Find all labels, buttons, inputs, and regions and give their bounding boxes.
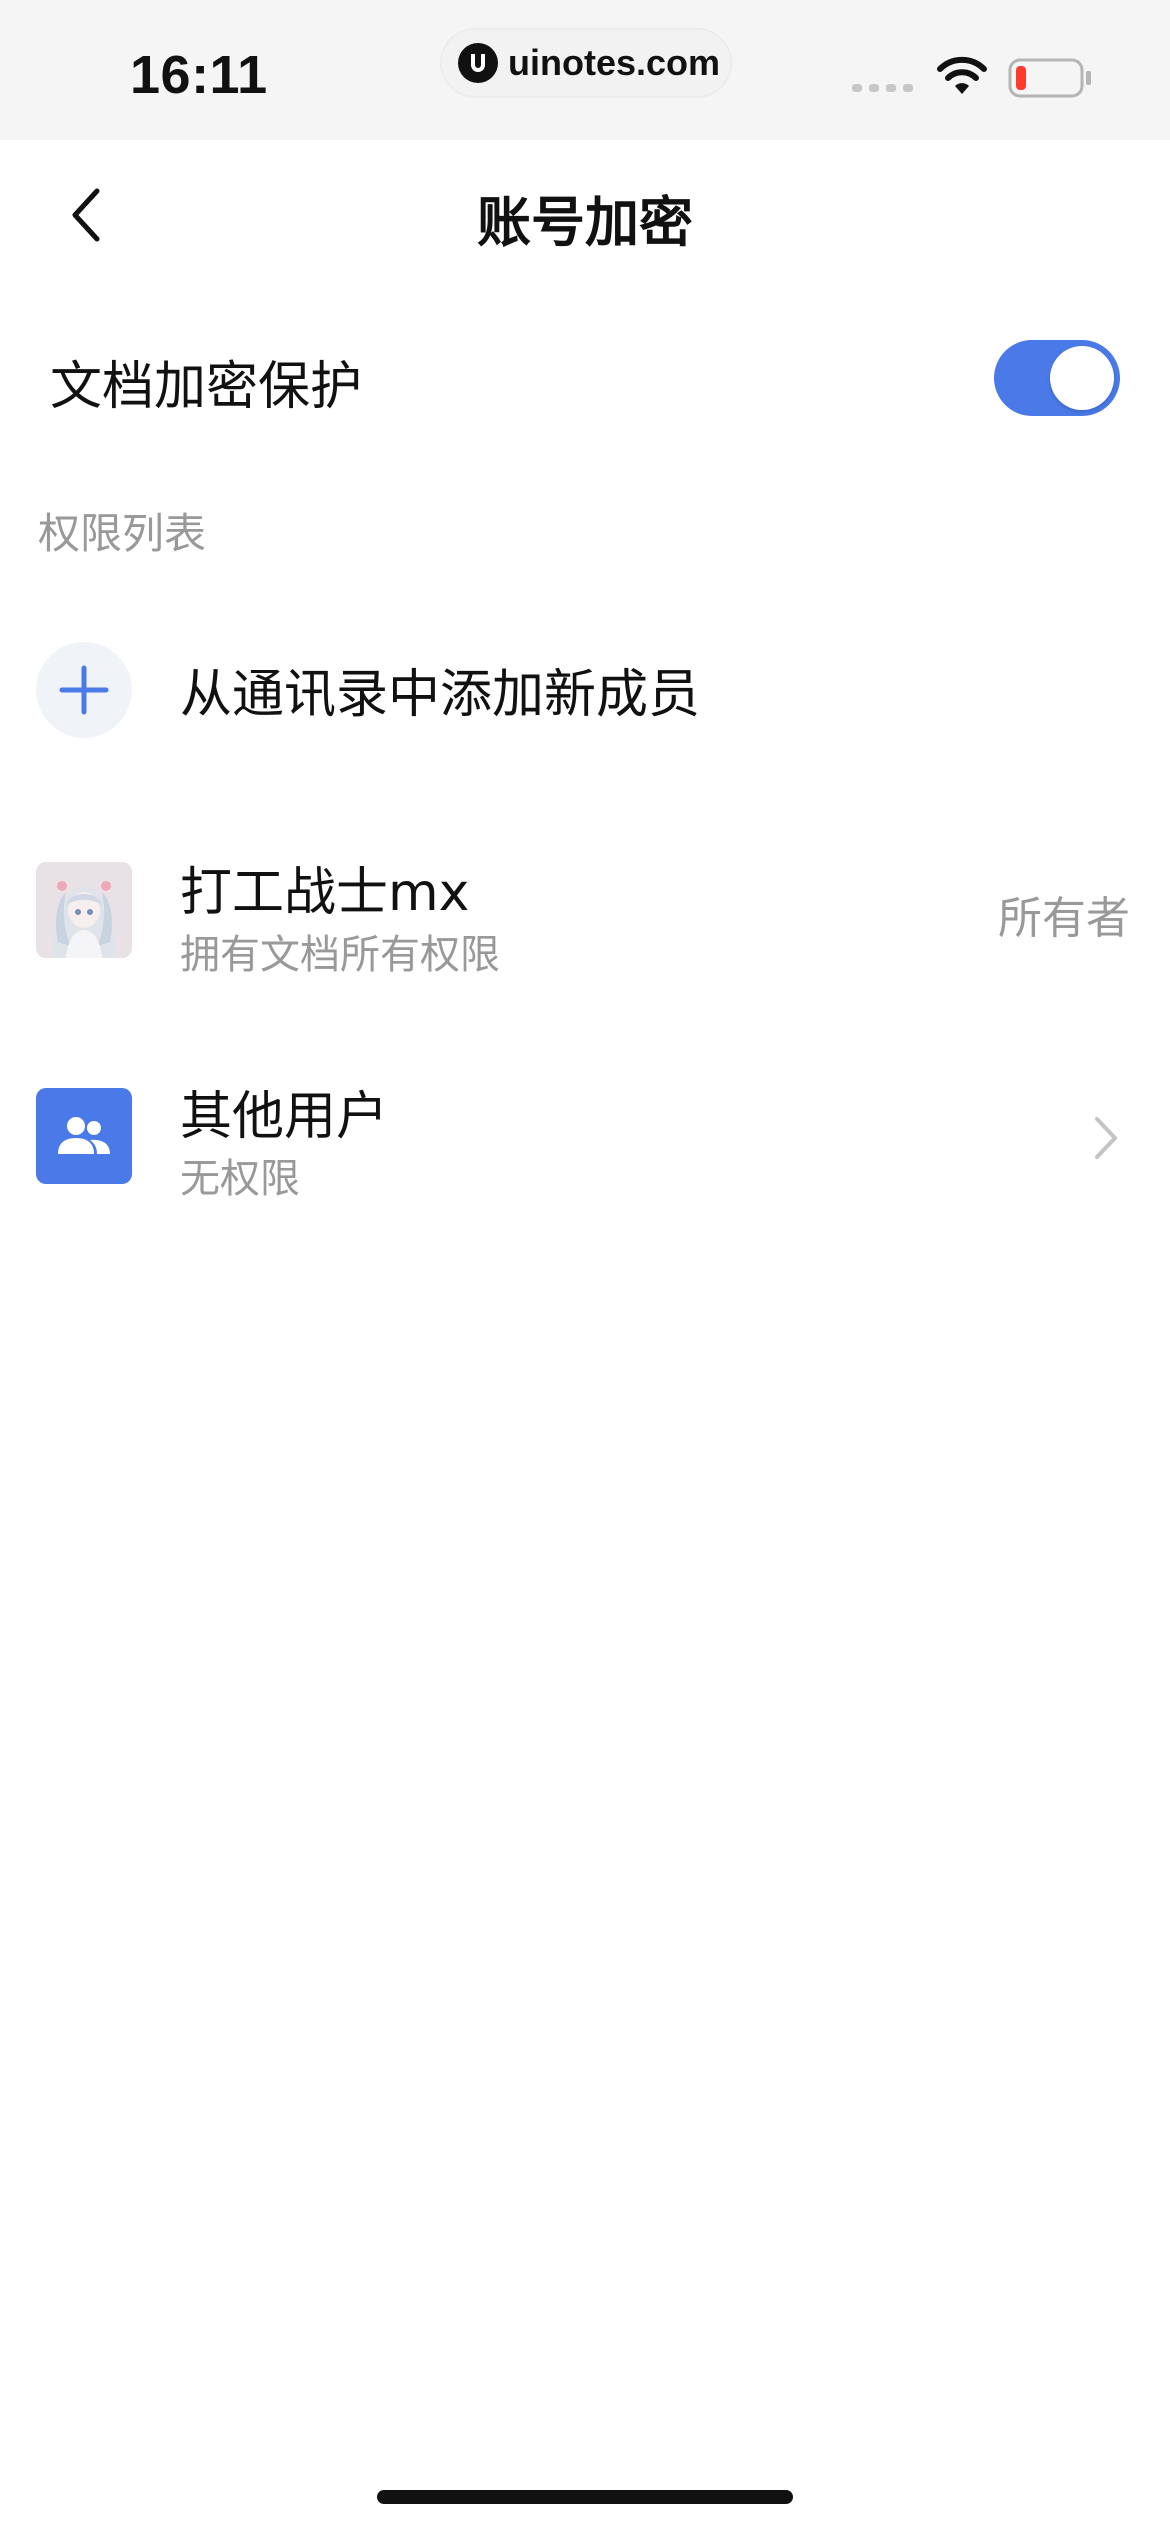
member-row-owner: 打工战士mx 拥有文档所有权限 所有者 — [0, 840, 1170, 990]
status-bar: 16:11 uinotes.com — [0, 0, 1170, 140]
cellular-signal-icon — [852, 80, 916, 96]
add-member-row[interactable]: 从通讯录中添加新成员 — [0, 620, 1170, 760]
site-logo-icon — [458, 43, 498, 83]
url-pill[interactable]: uinotes.com — [440, 28, 732, 98]
encryption-toggle-label: 文档加密保护 — [50, 357, 363, 417]
chevron-right-icon — [1092, 1114, 1120, 1166]
toggle-knob — [1050, 346, 1114, 410]
home-indicator — [377, 2490, 793, 2504]
navigation-bar: 账号加密 — [0, 140, 1170, 290]
member-row-other-users[interactable]: 其他用户 无权限 — [0, 1064, 1170, 1214]
add-member-label: 从通讯录中添加新成员 — [180, 665, 701, 725]
avatar — [36, 862, 132, 958]
owner-role-label: 所有者 — [998, 893, 1130, 944]
battery-icon — [1008, 56, 1094, 104]
url-text: uinotes.com — [508, 42, 721, 83]
encryption-toggle-switch[interactable] — [994, 340, 1120, 416]
status-time: 16:11 — [130, 45, 268, 105]
member-name: 打工战士mx — [180, 863, 470, 923]
member-permission: 无权限 — [180, 1156, 300, 1202]
wifi-icon — [936, 56, 988, 100]
plus-icon — [36, 642, 132, 738]
permission-list-header: 权限列表 — [38, 509, 207, 558]
screen: 16:11 uinotes.com 账号加密 文档加密保护 权限列表 从通讯录中… — [0, 0, 1170, 2532]
member-permission: 拥有文档所有权限 — [180, 932, 500, 978]
encryption-toggle-row: 文档加密保护 — [0, 300, 1170, 450]
users-icon — [36, 1088, 132, 1184]
member-name: 其他用户 — [180, 1087, 389, 1147]
page-title: 账号加密 — [477, 191, 693, 254]
